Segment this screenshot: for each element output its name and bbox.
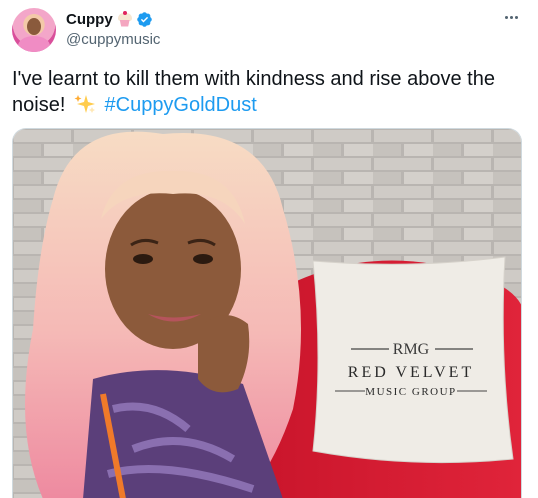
- hashtag-link[interactable]: #CuppyGoldDust: [105, 94, 257, 116]
- tweet-photo[interactable]: RMG RED VELVET MUSIC GROUP: [12, 128, 522, 498]
- avatar-body: [18, 36, 50, 52]
- more-options-icon[interactable]: [500, 8, 522, 26]
- avatar-face: [27, 18, 41, 35]
- pillow-line2: MUSIC GROUP: [365, 386, 456, 398]
- pillow: [312, 256, 514, 464]
- pillow-line1: RED VELVET: [348, 364, 474, 381]
- tweet-card: Cuppy @cuppymusic I've learnt to kill th…: [0, 0, 538, 498]
- tweet-text: I've learnt to kill them with kindness a…: [12, 66, 526, 118]
- cupcake-icon: [117, 10, 133, 28]
- avatar[interactable]: [12, 8, 56, 52]
- name-row: Cuppy: [66, 10, 160, 29]
- display-name[interactable]: Cuppy: [66, 11, 113, 28]
- sparkles-icon: [74, 95, 95, 113]
- tweet-header: Cuppy @cuppymusic: [66, 10, 160, 48]
- verified-badge-icon: [136, 11, 153, 28]
- handle[interactable]: @cuppymusic: [66, 31, 160, 48]
- pillow-logo: RMG: [393, 341, 430, 358]
- hand: [198, 315, 250, 393]
